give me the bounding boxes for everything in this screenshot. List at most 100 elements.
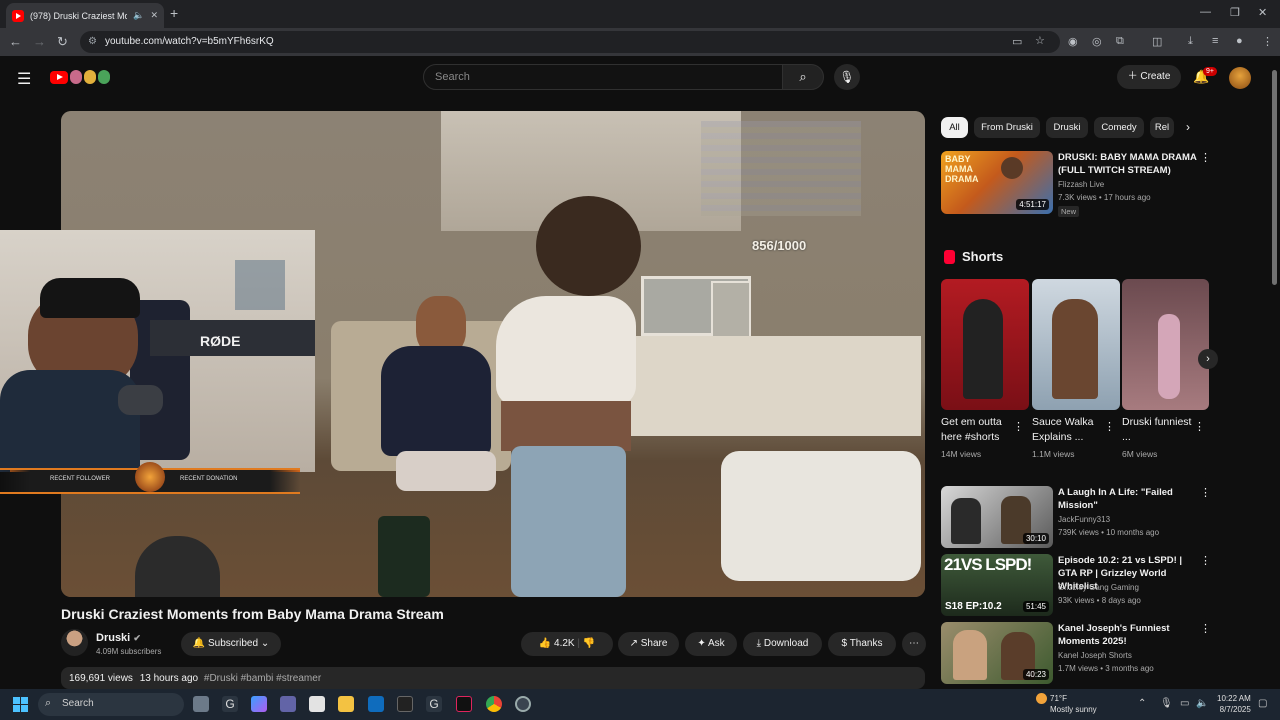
rec-title[interactable]: DRUSKI: BABY MAMA DRAMA (FULL TWITCH STR… bbox=[1058, 151, 1198, 177]
rec-thumbnail[interactable]: 30:10 bbox=[941, 486, 1053, 548]
restore-icon[interactable]: ❐ bbox=[1230, 6, 1240, 19]
shorts-next-icon[interactable]: › bbox=[1198, 349, 1218, 369]
more-actions-button[interactable]: ⋯ bbox=[902, 632, 926, 656]
thanks-button[interactable]: $ Thanks bbox=[828, 632, 896, 656]
reading-list-icon[interactable]: ≡ bbox=[1212, 35, 1218, 47]
search-button[interactable]: ⌕ bbox=[782, 64, 824, 90]
channel-name[interactable]: Druski ✔ bbox=[96, 632, 141, 644]
youtube-logo[interactable] bbox=[50, 68, 110, 86]
more-menu-icon[interactable]: ⋮ bbox=[1262, 35, 1273, 48]
more-vertical-icon[interactable]: ⋮ bbox=[1200, 554, 1211, 567]
rec-title[interactable]: Kanel Joseph's Funniest Moments 2025! bbox=[1058, 622, 1198, 648]
subscribed-button[interactable]: 🔔 Subscribed ⌄ bbox=[181, 632, 281, 656]
more-vertical-icon[interactable]: ⋮ bbox=[1200, 486, 1211, 499]
volume-icon[interactable]: 🔈 bbox=[1196, 698, 1208, 709]
channel-avatar[interactable] bbox=[61, 629, 88, 656]
more-vertical-icon[interactable]: ⋮ bbox=[1013, 420, 1024, 433]
more-vertical-icon[interactable]: ⋮ bbox=[1200, 622, 1211, 635]
outlook-icon[interactable] bbox=[368, 696, 384, 712]
chip-from-druski[interactable]: From Druski bbox=[974, 117, 1040, 138]
speaker-icon[interactable]: 🔈 bbox=[133, 10, 144, 21]
dislike-button[interactable]: 👎 bbox=[583, 638, 595, 649]
extension-icon[interactable]: ◉ bbox=[1068, 35, 1078, 48]
browser-tab[interactable]: (978) Druski Craziest Mome 🔈 ✕ bbox=[6, 3, 164, 28]
reload-icon[interactable]: ↻ bbox=[57, 34, 68, 50]
short-title[interactable]: Druski funniest ... bbox=[1122, 415, 1192, 445]
task-view-icon[interactable] bbox=[193, 696, 209, 712]
profile-icon[interactable]: ● bbox=[1236, 35, 1243, 47]
chip-druski[interactable]: Druski bbox=[1046, 117, 1088, 138]
store-icon[interactable] bbox=[309, 696, 325, 712]
download-icon[interactable]: ⤓ bbox=[1188, 35, 1193, 48]
more-vertical-icon[interactable]: ⋮ bbox=[1104, 420, 1115, 433]
site-info-icon[interactable]: ⚙ bbox=[88, 36, 97, 47]
close-tab-icon[interactable]: ✕ bbox=[150, 10, 158, 21]
short-title[interactable]: Get em outta here #shorts bbox=[941, 415, 1011, 445]
more-vertical-icon[interactable]: ⋮ bbox=[1200, 151, 1211, 164]
chip-related[interactable]: Rel bbox=[1150, 117, 1174, 138]
minimize-icon[interactable]: — bbox=[1200, 6, 1211, 18]
sidepanel-icon[interactable]: ◫ bbox=[1152, 35, 1162, 48]
chevron-up-icon[interactable]: ⌃ bbox=[1138, 698, 1146, 709]
app-icon[interactable]: G bbox=[426, 696, 442, 712]
cast-icon[interactable]: ▭ bbox=[1012, 35, 1022, 48]
rec-thumbnail[interactable]: BABY MAMA DRAMA 4:51:17 bbox=[941, 151, 1053, 214]
url-bar[interactable]: ⚙ youtube.com/watch?v=b5mYFh6srKQ ▭ ☆ bbox=[80, 31, 1060, 53]
weather-widget[interactable]: 71°F Mostly sunny bbox=[1050, 693, 1097, 715]
short-thumbnail[interactable] bbox=[1122, 279, 1209, 410]
app-icon[interactable]: G bbox=[222, 696, 238, 712]
rec-title[interactable]: A Laugh In A Life: "Failed Mission" bbox=[1058, 486, 1198, 512]
clock[interactable]: 10:22 AM 8/7/2025 bbox=[1217, 693, 1251, 715]
puzzle-extensions-icon[interactable]: ⧉ bbox=[1116, 35, 1124, 48]
microphone-icon[interactable]: 🎙 bbox=[1160, 698, 1173, 709]
channel-name-text[interactable]: Druski bbox=[96, 632, 130, 644]
create-button[interactable]: ＋ Create bbox=[1117, 65, 1181, 89]
rec-thumbnail[interactable]: 21VS LSPD! S18 EP:10.2 51:45 bbox=[941, 554, 1053, 616]
bell-icon: 🔔 bbox=[192, 638, 209, 649]
like-button[interactable]: 👍 4.2K bbox=[539, 638, 575, 649]
search-input[interactable]: Search bbox=[423, 64, 783, 90]
new-tab-icon[interactable]: + bbox=[170, 5, 178, 21]
epic-games-icon[interactable] bbox=[397, 696, 413, 712]
hashtags[interactable]: #Druski #bambi #streamer bbox=[204, 673, 321, 684]
short-thumbnail[interactable] bbox=[1032, 279, 1120, 410]
streamer-shirt bbox=[0, 370, 140, 472]
copilot-icon[interactable] bbox=[251, 696, 267, 712]
download-label: Download bbox=[763, 638, 809, 649]
more-vertical-icon[interactable]: ⋮ bbox=[1194, 420, 1205, 433]
taskbar-search[interactable]: ⌕ Search bbox=[38, 693, 184, 716]
description-box[interactable]: 169,691 views 13 hours ago #Druski #bamb… bbox=[61, 667, 925, 689]
teams-icon[interactable] bbox=[280, 696, 296, 712]
hamburger-menu-icon[interactable]: ☰ bbox=[17, 69, 31, 89]
notification-icon[interactable]: ▢ bbox=[1258, 698, 1267, 709]
windows-start-icon[interactable] bbox=[13, 697, 28, 712]
download-button[interactable]: ⤓ Download bbox=[743, 632, 822, 656]
chip-comedy[interactable]: Comedy bbox=[1094, 117, 1144, 138]
short-thumbnail[interactable] bbox=[941, 279, 1029, 410]
back-icon[interactable]: ← bbox=[9, 34, 22, 49]
rec-channel[interactable]: Flizzash Live bbox=[1058, 178, 1104, 191]
file-explorer-icon[interactable] bbox=[338, 696, 354, 712]
forward-icon[interactable]: → bbox=[33, 34, 46, 49]
chrome-icon[interactable] bbox=[486, 696, 502, 712]
microphone bbox=[118, 385, 163, 415]
chevron-right-icon[interactable]: › bbox=[1186, 120, 1190, 134]
app-icon[interactable] bbox=[515, 696, 531, 712]
rec-channel[interactable]: JackFunny313 bbox=[1058, 513, 1110, 526]
rec-channel[interactable]: Kanel Joseph Shorts bbox=[1058, 649, 1132, 662]
extension-icon[interactable]: ◎ bbox=[1092, 35, 1102, 48]
tiktok-icon[interactable] bbox=[456, 696, 472, 712]
scrollbar-thumb[interactable] bbox=[1272, 70, 1277, 285]
close-window-icon[interactable]: ✕ bbox=[1258, 6, 1267, 19]
ask-button[interactable]: ✦ Ask bbox=[685, 632, 737, 656]
share-button[interactable]: ↗ Share bbox=[618, 632, 679, 656]
url-text[interactable]: youtube.com/watch?v=b5mYFh6srKQ bbox=[105, 36, 274, 47]
voice-search-button[interactable]: 🎙 bbox=[834, 64, 860, 90]
rec-thumbnail[interactable]: 40:23 bbox=[941, 622, 1053, 684]
rec-channel[interactable]: Grizzley Gang Gaming bbox=[1058, 581, 1139, 594]
bookmark-star-icon[interactable]: ☆ bbox=[1035, 34, 1045, 47]
network-icon[interactable]: ▭ bbox=[1180, 698, 1189, 709]
account-avatar[interactable] bbox=[1229, 67, 1251, 89]
chip-all[interactable]: All bbox=[941, 117, 968, 138]
short-title[interactable]: Sauce Walka Explains ... bbox=[1032, 415, 1102, 445]
